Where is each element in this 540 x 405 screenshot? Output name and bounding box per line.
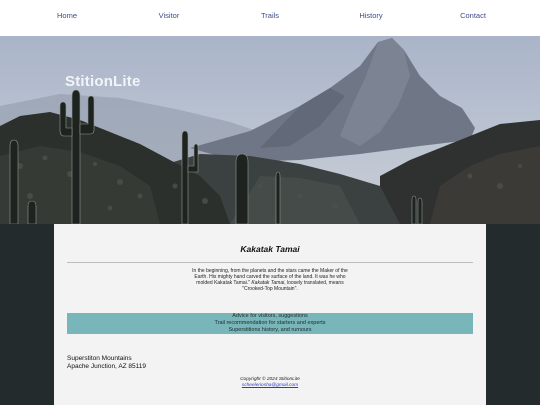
hero-banner: StitionLite	[0, 36, 540, 224]
nav-link-home[interactable]: Home	[57, 11, 77, 20]
highlight-history: Superstitions history, and rumours	[228, 327, 312, 333]
address-line-1: Superstiton Mountains	[67, 355, 132, 362]
nav-link-history[interactable]: History	[359, 11, 382, 20]
top-navigation: Home Visitor Trails History Contact	[0, 0, 540, 36]
nav-link-contact[interactable]: Contact	[460, 11, 486, 20]
email-link[interactable]: scheeleriosha@gmail.com	[242, 383, 298, 388]
address-line-2: Apache Junction, AZ 85119	[67, 362, 147, 370]
nav-link-trails[interactable]: Trails	[261, 11, 279, 20]
highlights-band: Advice for visitors, suggestions Trail r…	[67, 313, 473, 334]
nav-link-visitor[interactable]: Visitor	[159, 11, 180, 20]
address-block: Superstiton Mountains Apache Junction, A…	[67, 355, 146, 370]
mountain-landscape-image	[0, 38, 540, 224]
site-title: StitionLite	[65, 73, 141, 90]
highlight-trails: Trail recommendation for starters and ex…	[214, 320, 326, 326]
content-panel: Kakatak Tamai In the beginning, from the…	[54, 224, 486, 405]
footer: Copyright © 2024 StitionLite scheelerios…	[54, 377, 486, 389]
divider	[67, 262, 473, 263]
intro-paragraph: In the beginning, from the planets and t…	[192, 268, 348, 292]
page-title: Kakatak Tamai	[240, 244, 300, 254]
highlight-advice: Advice for visitors, suggestions	[232, 313, 308, 319]
